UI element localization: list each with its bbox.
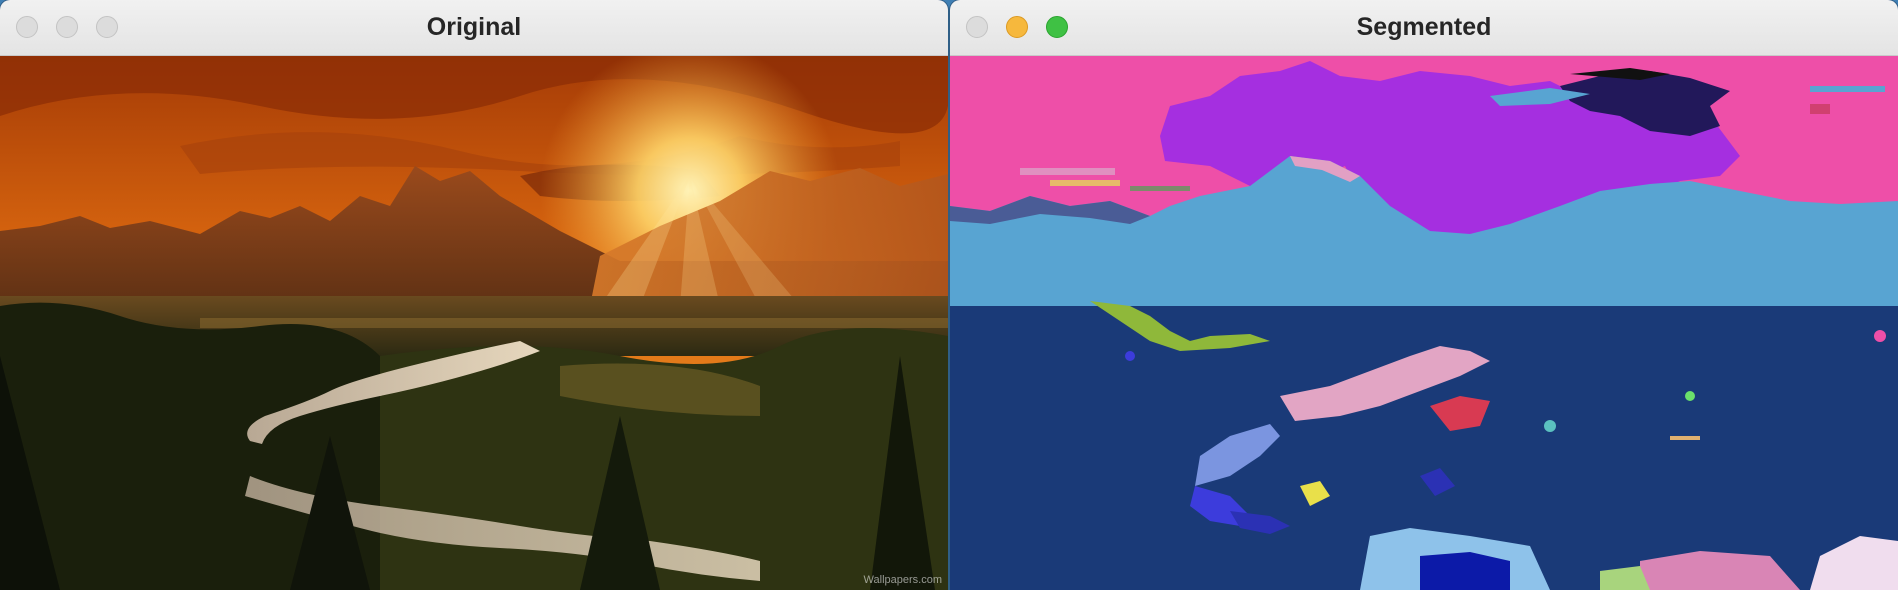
titlebar: Segmented <box>950 0 1898 56</box>
original-image: Wallpapers.com <box>0 56 948 590</box>
watermark: Wallpapers.com <box>863 574 942 586</box>
window-title: Segmented <box>1356 13 1492 41</box>
original-window: Original Wallpapers.com <box>0 0 948 590</box>
segmented-window: Segmented <box>950 0 1898 590</box>
window-title: Original <box>426 13 522 41</box>
segmented-image <box>950 56 1898 590</box>
titlebar: Original <box>0 0 948 56</box>
